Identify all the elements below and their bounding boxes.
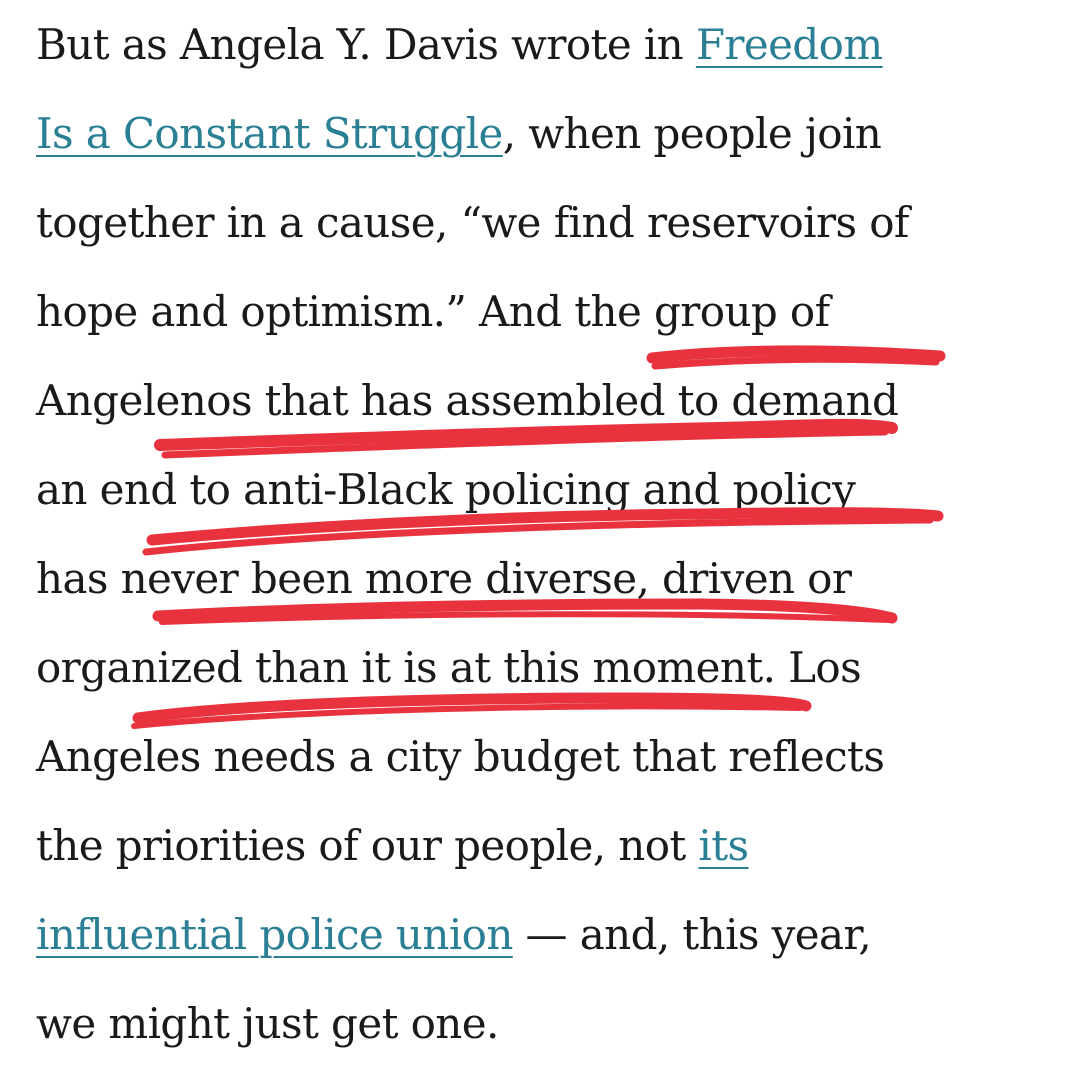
line-text: has never been more diverse, driven or [36,554,852,603]
police-union-link-continued[interactable]: influential police union [36,910,513,959]
line-text: we might just get one. [36,999,499,1048]
text-line-3: together in a cause, “we find reservoirs… [36,178,1036,267]
freedom-book-link[interactable]: Freedom [696,20,883,69]
text-line-1: But as Angela Y. Davis wrote in Freedom [36,0,1036,89]
text-line-11: influential police union — and, this yea… [36,890,1036,979]
text-line-7: has never been more diverse, driven or [36,534,1036,623]
freedom-book-link-continued[interactable]: Is a Constant Struggle [36,109,503,158]
line-text: an end to anti-Black policing and policy [36,465,856,514]
line-text: But as Angela Y. Davis wrote in [36,20,696,69]
text-line-6: an end to anti-Black policing and policy [36,445,1036,534]
line-text: Angeles needs a city budget that reflect… [36,732,885,781]
line-text: the priorities of our people, not [36,821,699,870]
text-line-12: we might just get one. [36,979,1036,1068]
text-line-9: Angeles needs a city budget that reflect… [36,712,1036,801]
text-line-4: hope and optimism.” And the group of [36,267,1036,356]
line-text: , when people join [502,109,882,158]
text-line-2: Is a Constant Struggle, when people join [36,89,1036,178]
article-paragraph: But as Angela Y. Davis wrote in Freedom … [36,0,1036,1068]
text-line-5: Angelenos that has assembled to demand [36,356,1036,445]
line-text: — and, this year, [512,910,872,959]
police-union-link[interactable]: its [698,821,749,870]
screenshot-page: But as Angela Y. Davis wrote in Freedom … [0,0,1080,1080]
text-line-8: organized than it is at this moment. Los [36,623,1036,712]
line-text: hope and optimism.” And the group of [36,287,830,336]
line-text: organized than it is at this moment. Los [36,643,862,692]
line-text: Angelenos that has assembled to demand [36,376,899,425]
text-line-10: the priorities of our people, not its [36,801,1036,890]
line-text: together in a cause, “we find reservoirs… [36,198,909,247]
